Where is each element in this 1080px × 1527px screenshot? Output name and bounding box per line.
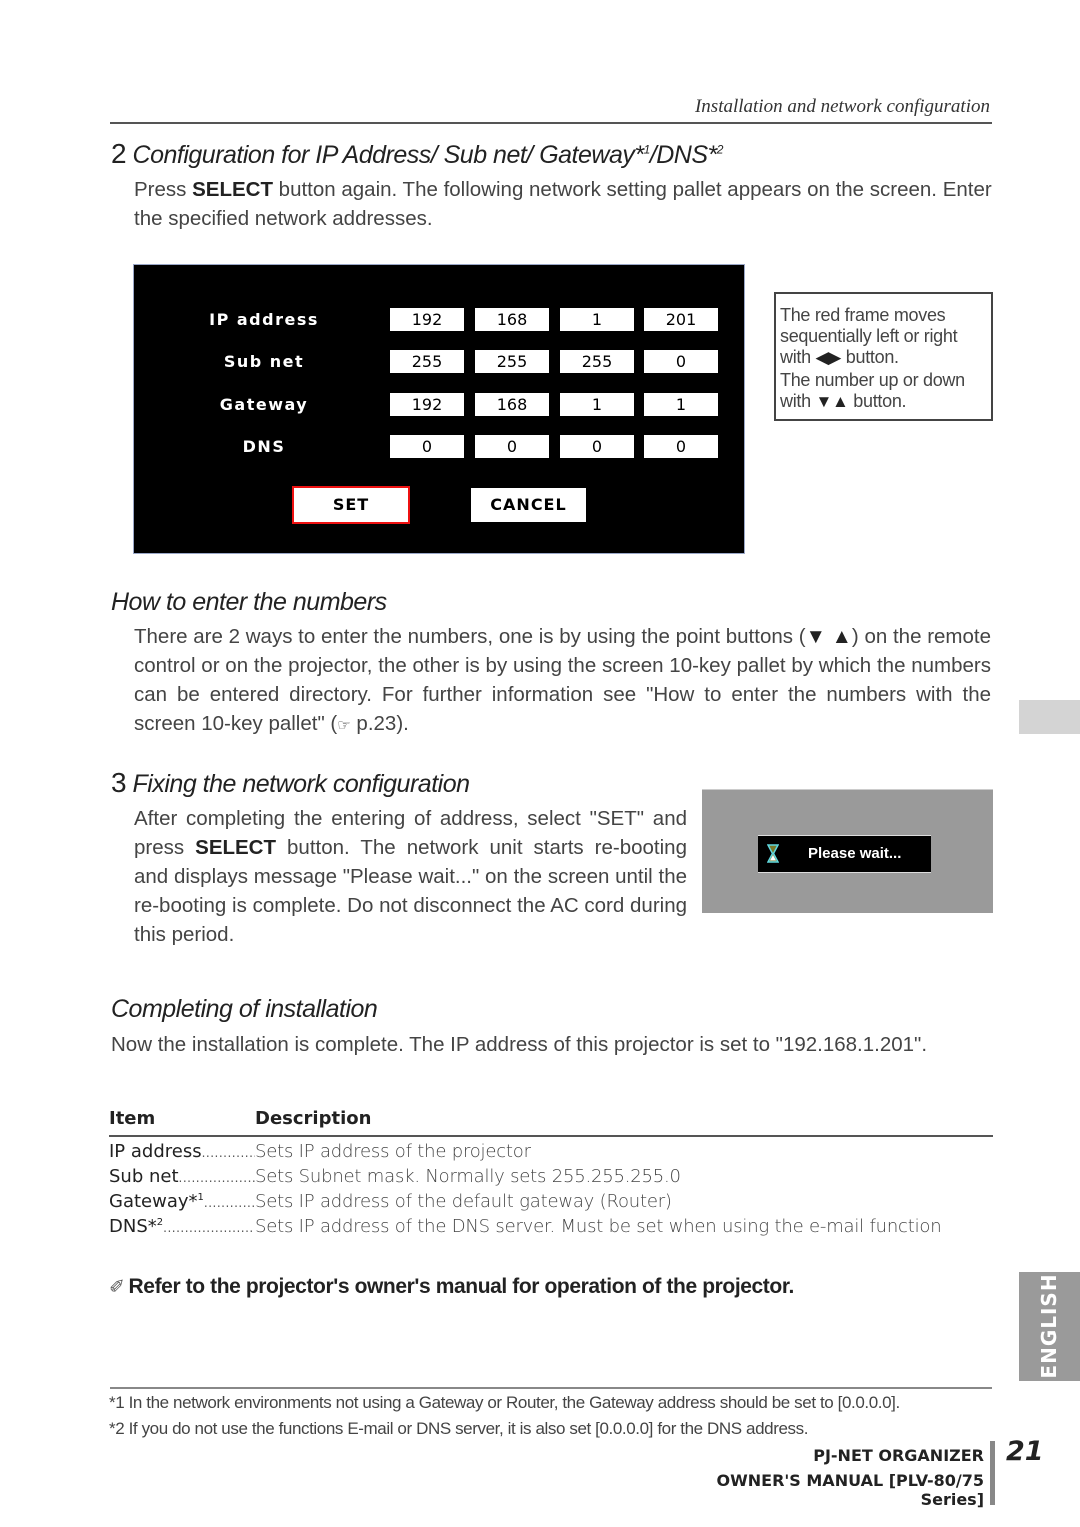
table-row: DNS*2.............................. Sets… (109, 1216, 993, 1241)
table-item: Sub net........................ (109, 1166, 255, 1187)
table-header-item: Item (109, 1108, 156, 1129)
select-keyword: SELECT (195, 836, 277, 859)
please-wait-dialog: Please wait... (758, 835, 931, 873)
text: with (780, 347, 811, 367)
subnet-field-3[interactable]: 255 (560, 350, 634, 373)
table-description: Sets IP address of the DNS server. Must … (255, 1216, 942, 1237)
select-keyword: SELECT (192, 178, 273, 201)
gateway-field-3[interactable]: 1 (560, 393, 634, 416)
language-tab-label: ENGLISH (1037, 1273, 1061, 1379)
item-label: Gateway* (109, 1191, 198, 1212)
text: Press (134, 178, 193, 201)
gateway-field-4[interactable]: 1 (644, 393, 718, 416)
subnet-field-1[interactable]: 255 (390, 350, 464, 373)
pointing-hand-icon: ☞ (337, 717, 351, 734)
table-description: Sets IP address of the projector (255, 1141, 531, 1162)
dns-field-1[interactable]: 0 (390, 435, 464, 458)
dns-field-3[interactable]: 0 (560, 435, 634, 458)
dns-field-4[interactable]: 0 (644, 435, 718, 458)
leader-dots: .............. (203, 1196, 255, 1210)
item-label: DNS* (109, 1216, 157, 1237)
down-up-arrows-icon: ▼ ▲ (805, 625, 852, 648)
page-reference-link[interactable]: p.23). (351, 712, 408, 735)
step-title-dns: /DNS* (649, 141, 717, 169)
subnet-field-2[interactable]: 255 (475, 350, 549, 373)
ip-field-1[interactable]: 192 (390, 308, 464, 331)
completing-paragraph: Now the installation is complete. The IP… (111, 1033, 928, 1056)
osd-label-dns: DNS (242, 437, 286, 456)
step2-paragraph: Press SELECT button again. The following… (134, 175, 994, 233)
left-right-arrows-icon: ◀▶ (815, 348, 842, 367)
table-row: Gateway*1.............. Sets IP address … (109, 1191, 993, 1216)
osd-label-gateway: Gateway (219, 395, 309, 414)
note-line-number: The number up or down (780, 370, 965, 390)
ip-field-3[interactable]: 1 (560, 308, 634, 331)
table-item: Gateway*1.............. (109, 1191, 255, 1212)
note-line-frame: The red frame moves sequentially left or… (780, 305, 958, 346)
step-number: 2 (111, 138, 127, 169)
leader-dots: .............................. (163, 1221, 255, 1235)
step-number: 3 (111, 767, 127, 798)
osd-label-ip: IP address (209, 310, 319, 329)
text: button. (853, 391, 907, 411)
step3-heading: 3 Fixing the network configuration (111, 767, 470, 799)
please-wait-screen: Please wait... (702, 789, 993, 913)
table-row: IP address.............. Sets IP address… (109, 1141, 993, 1166)
note-line-ud: with ▼▲ button. (780, 391, 991, 412)
refer-note-text: Refer to the projector's owner's manual … (128, 1275, 795, 1298)
navigation-note: The red frame moves sequentially left or… (774, 292, 993, 421)
footnote-2: *2 If you do not use the functions E-mai… (109, 1419, 809, 1438)
running-head: Installation and network configuration (694, 96, 990, 117)
item-label: Sub net (109, 1166, 179, 1187)
osd-label-subnet: Sub net (223, 352, 305, 371)
how-to-heading: How to enter the numbers (111, 588, 387, 616)
footer-manual: OWNER'S MANUAL [PLV-80/75 Series] (716, 1471, 985, 1509)
header-rule (110, 122, 992, 124)
table-row: Sub net........................ Sets Sub… (109, 1166, 993, 1191)
step2-heading: 2 Configuration for IP Address/ Sub net/… (111, 138, 723, 170)
leader-dots: ........................ (178, 1171, 255, 1185)
gateway-field-2[interactable]: 168 (475, 393, 549, 416)
pencil-icon: ✐ (109, 1277, 125, 1298)
ip-field-4[interactable]: 201 (644, 308, 718, 331)
footnote-1: *1 In the network environments not using… (109, 1393, 900, 1412)
set-button[interactable]: SET (292, 486, 410, 524)
text: button. (845, 347, 899, 367)
table-item: IP address.............. (109, 1141, 255, 1162)
dns-field-2[interactable]: 0 (475, 435, 549, 458)
cancel-button[interactable]: CANCEL (471, 488, 586, 522)
table-item: DNS*2.............................. (109, 1216, 255, 1237)
item-label: IP address (109, 1141, 202, 1162)
language-tab: ENGLISH (1019, 1272, 1080, 1381)
refer-note: ✐ Refer to the projector's owner's manual… (109, 1275, 794, 1299)
page-number: 21 (1006, 1436, 1044, 1467)
please-wait-message: Please wait... (808, 845, 902, 862)
completing-heading: Completing of installation (111, 995, 378, 1023)
hourglass-icon (767, 844, 779, 863)
text: There are 2 ways to enter the numbers, o… (134, 625, 806, 648)
text: with (780, 391, 811, 411)
gateway-field-1[interactable]: 192 (390, 393, 464, 416)
footer-divider (990, 1441, 995, 1505)
step3-paragraph: After completing the entering of address… (134, 804, 687, 949)
footer-product: PJ-NET ORGANIZER (813, 1446, 984, 1465)
down-up-arrows-icon: ▼▲ (815, 392, 849, 411)
table-description: Sets Subnet mask. Normally sets 255.255.… (255, 1166, 681, 1187)
how-to-paragraph: There are 2 ways to enter the numbers, o… (134, 622, 991, 740)
footnote-ref: 2 (716, 142, 724, 157)
step-title: Configuration for IP Address/ Sub net/ G… (132, 141, 645, 169)
network-setting-pallet: IP address Sub net Gateway DNS 192 168 1… (133, 264, 745, 554)
table-header-description: Description (255, 1108, 372, 1129)
ip-field-2[interactable]: 168 (475, 308, 549, 331)
table-description: Sets IP address of the default gateway (… (255, 1191, 672, 1212)
step-title: Fixing the network configuration (132, 770, 470, 798)
chapter-tab-marker (1019, 700, 1080, 734)
leader-dots: .............. (201, 1146, 255, 1160)
note-line-lr: with ◀▶ button. (780, 347, 991, 368)
subnet-field-4[interactable]: 0 (644, 350, 718, 373)
footnote-rule (110, 1387, 992, 1389)
table-header-rule (109, 1135, 993, 1137)
